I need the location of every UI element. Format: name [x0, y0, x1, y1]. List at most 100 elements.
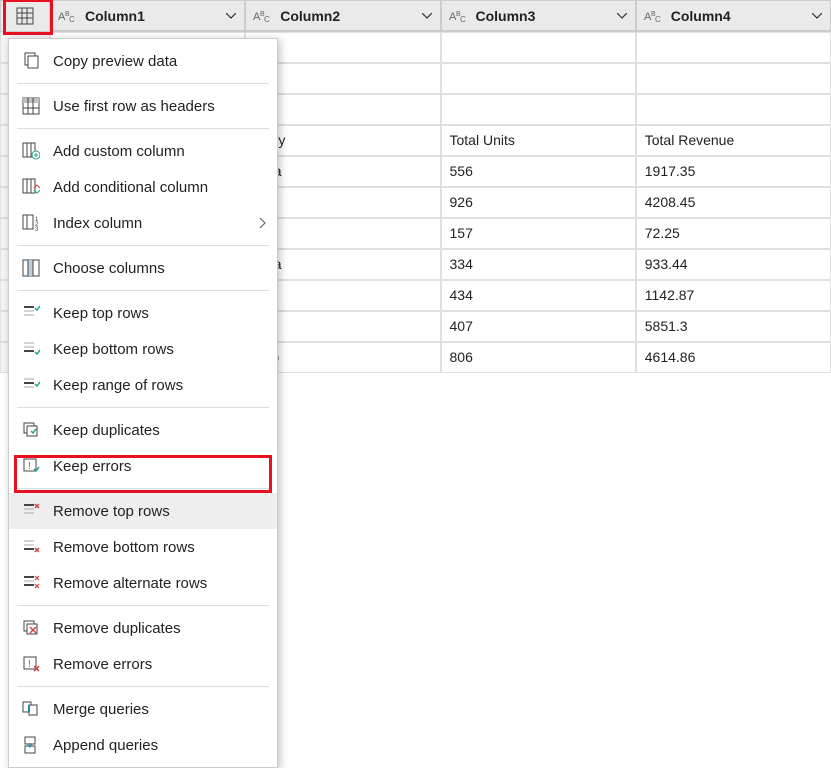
- keep-top-icon: [19, 301, 43, 325]
- menu-label: Remove top rows: [53, 503, 170, 520]
- menu-label: Remove bottom rows: [53, 539, 195, 556]
- merge-queries-icon: [19, 697, 43, 721]
- filter-dropdown-icon[interactable]: [806, 5, 828, 27]
- svg-text:C: C: [460, 15, 466, 23]
- cell[interactable]: 434: [441, 280, 636, 311]
- cell[interactable]: 4208.45: [636, 187, 831, 218]
- remove-bottom-icon: [19, 535, 43, 559]
- remove-top-icon: [19, 499, 43, 523]
- menu-remove-errors[interactable]: ! Remove errors: [9, 646, 277, 682]
- cell[interactable]: [636, 94, 831, 125]
- menu-label: Add conditional column: [53, 179, 208, 196]
- svg-text:!: !: [28, 461, 31, 472]
- abc-type-icon: ABC: [252, 7, 274, 25]
- svg-text:3: 3: [35, 227, 39, 232]
- menu-label: Index column: [53, 215, 142, 232]
- table-header-row: ABC Column1 ABC Column2 ABC Column3 ABC …: [0, 0, 831, 32]
- svg-text:!: !: [28, 659, 31, 670]
- column-label: Column3: [476, 8, 611, 24]
- menu-label: Remove duplicates: [53, 620, 181, 637]
- menu-use-first-row-as-headers[interactable]: Use first row as headers: [9, 88, 277, 124]
- select-all-cell[interactable]: [0, 0, 50, 32]
- menu-separator: [17, 686, 269, 687]
- menu-label: Keep range of rows: [53, 377, 183, 394]
- menu-keep-range-of-rows[interactable]: Keep range of rows: [9, 367, 277, 403]
- menu-remove-alternate-rows[interactable]: Remove alternate rows: [9, 565, 277, 601]
- column-label: Column1: [85, 8, 220, 24]
- menu-keep-duplicates[interactable]: Keep duplicates: [9, 412, 277, 448]
- cell[interactable]: [441, 63, 636, 94]
- table-header-icon: [19, 94, 43, 118]
- cell[interactable]: 72.25: [636, 218, 831, 249]
- custom-column-icon: [19, 139, 43, 163]
- cell[interactable]: [441, 32, 636, 63]
- cell[interactable]: 1142.87: [636, 280, 831, 311]
- menu-remove-top-rows[interactable]: Remove top rows: [9, 493, 277, 529]
- keep-duplicates-icon: [19, 418, 43, 442]
- menu-separator: [17, 605, 269, 606]
- menu-keep-top-rows[interactable]: Keep top rows: [9, 295, 277, 331]
- cell[interactable]: 5851.3: [636, 311, 831, 342]
- menu-choose-columns[interactable]: Choose columns: [9, 250, 277, 286]
- column-header-1[interactable]: ABC Column1: [50, 0, 245, 31]
- remove-errors-icon: !: [19, 652, 43, 676]
- menu-label: Remove errors: [53, 656, 152, 673]
- column-header-4[interactable]: ABC Column4: [636, 0, 831, 31]
- menu-label: Keep bottom rows: [53, 341, 174, 358]
- table-context-menu: Copy preview data Use first row as heade…: [8, 38, 278, 768]
- append-queries-icon: [19, 733, 43, 757]
- cell[interactable]: [636, 63, 831, 94]
- column-label: Column4: [671, 8, 806, 24]
- choose-columns-icon: [19, 256, 43, 280]
- cell[interactable]: Total Revenue: [636, 125, 831, 156]
- menu-index-column[interactable]: 123 Index column: [9, 205, 277, 241]
- cell[interactable]: 4614.86: [636, 342, 831, 373]
- menu-remove-bottom-rows[interactable]: Remove bottom rows: [9, 529, 277, 565]
- menu-label: Copy preview data: [53, 53, 177, 70]
- cell[interactable]: 407: [441, 311, 636, 342]
- filter-dropdown-icon[interactable]: [220, 5, 242, 27]
- cell[interactable]: 806: [441, 342, 636, 373]
- menu-label: Add custom column: [53, 143, 185, 160]
- menu-separator: [17, 83, 269, 84]
- cell[interactable]: 933.44: [636, 249, 831, 280]
- menu-append-queries[interactable]: Append queries: [9, 727, 277, 763]
- svg-text:C: C: [264, 15, 270, 23]
- index-column-icon: 123: [19, 211, 43, 235]
- svg-text:C: C: [655, 15, 661, 23]
- cell[interactable]: [441, 94, 636, 125]
- table-icon: [16, 7, 34, 25]
- remove-duplicates-icon: [19, 616, 43, 640]
- cell[interactable]: 1917.35: [636, 156, 831, 187]
- cell[interactable]: 157: [441, 218, 636, 249]
- menu-separator: [17, 128, 269, 129]
- menu-label: Append queries: [53, 737, 158, 754]
- menu-label: Remove alternate rows: [53, 575, 207, 592]
- column-header-3[interactable]: ABC Column3: [441, 0, 636, 31]
- menu-remove-duplicates[interactable]: Remove duplicates: [9, 610, 277, 646]
- menu-merge-queries[interactable]: Merge queries: [9, 691, 277, 727]
- menu-add-custom-column[interactable]: Add custom column: [9, 133, 277, 169]
- menu-separator: [17, 245, 269, 246]
- cell[interactable]: Total Units: [441, 125, 636, 156]
- column-header-2[interactable]: ABC Column2: [245, 0, 440, 31]
- cell[interactable]: [636, 32, 831, 63]
- menu-add-conditional-column[interactable]: Add conditional column: [9, 169, 277, 205]
- cell[interactable]: 334: [441, 249, 636, 280]
- abc-type-icon: ABC: [57, 7, 79, 25]
- menu-keep-errors[interactable]: ! Keep errors: [9, 448, 277, 484]
- menu-keep-bottom-rows[interactable]: Keep bottom rows: [9, 331, 277, 367]
- menu-label: Use first row as headers: [53, 98, 215, 115]
- keep-range-icon: [19, 373, 43, 397]
- cell[interactable]: 926: [441, 187, 636, 218]
- menu-label: Keep errors: [53, 458, 131, 475]
- cell[interactable]: 556: [441, 156, 636, 187]
- menu-copy-preview-data[interactable]: Copy preview data: [9, 43, 277, 79]
- column-label: Column2: [280, 8, 415, 24]
- filter-dropdown-icon[interactable]: [416, 5, 438, 27]
- filter-dropdown-icon[interactable]: [611, 5, 633, 27]
- menu-label: Keep top rows: [53, 305, 149, 322]
- menu-separator: [17, 407, 269, 408]
- conditional-column-icon: [19, 175, 43, 199]
- keep-bottom-icon: [19, 337, 43, 361]
